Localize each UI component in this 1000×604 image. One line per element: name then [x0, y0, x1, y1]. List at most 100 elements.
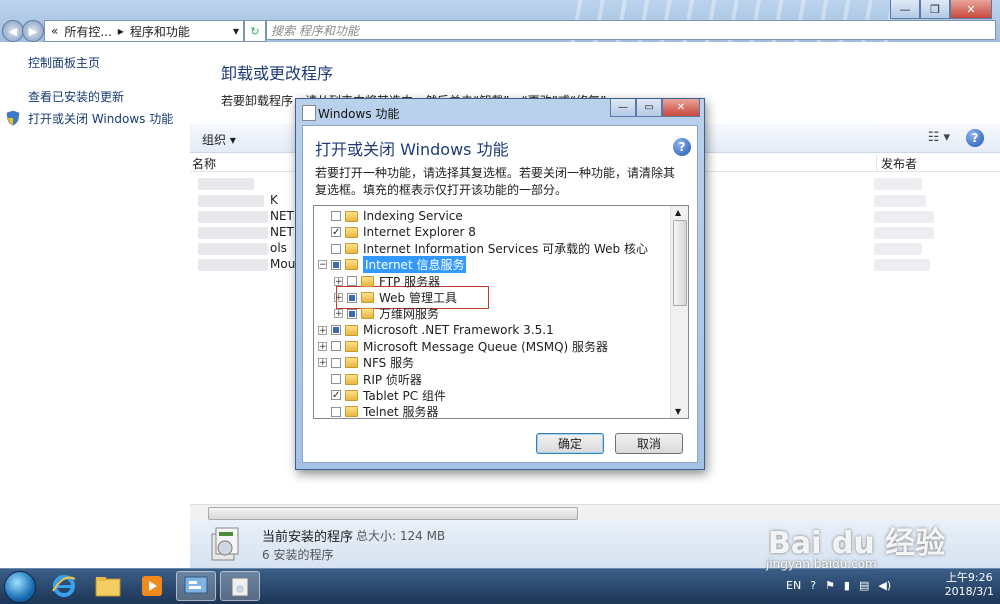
- feature-checkbox[interactable]: [331, 243, 341, 254]
- folder-icon: [345, 259, 358, 271]
- column-publisher[interactable]: 发布者: [876, 155, 917, 172]
- feature-checkbox[interactable]: [331, 406, 341, 417]
- address-bar[interactable]: « 所有控... ▸ 程序和功能 ▾: [44, 20, 244, 42]
- volume-icon[interactable]: ◀): [878, 579, 891, 592]
- windows-features-link[interactable]: 打开或关闭 Windows 功能: [28, 110, 173, 127]
- feature-checkbox[interactable]: ✓: [331, 390, 341, 401]
- taskbar-explorer-button[interactable]: [88, 571, 128, 601]
- close-button[interactable]: ✕: [950, 0, 992, 19]
- feature-item[interactable]: + Microsoft .NET Framework 3.5.1: [318, 322, 554, 338]
- feature-item[interactable]: Telnet 服务器: [318, 404, 439, 418]
- expand-icon[interactable]: +: [334, 309, 343, 319]
- dialog-close-button[interactable]: ✕: [662, 99, 700, 117]
- expand-icon[interactable]: +: [318, 358, 327, 368]
- program-row[interactable]: [198, 227, 268, 239]
- feature-label: NFS 服务: [363, 356, 415, 371]
- maximize-button[interactable]: ❐: [920, 0, 950, 19]
- collapse-icon[interactable]: −: [318, 260, 327, 270]
- dialog-help-icon[interactable]: ?: [673, 138, 691, 156]
- features-tree[interactable]: ▲ ▼ Indexing Service ✓ Internet Explorer 8…: [313, 205, 689, 419]
- ok-button[interactable]: 确定: [536, 433, 604, 454]
- feature-checkbox[interactable]: [331, 325, 341, 336]
- taskbar-features-button[interactable]: [220, 571, 260, 601]
- details-count: 6 安装的程序: [262, 548, 334, 562]
- expand-icon[interactable]: +: [334, 293, 343, 303]
- scroll-down-icon[interactable]: ▼: [675, 407, 681, 416]
- language-indicator[interactable]: EN: [786, 579, 801, 592]
- cancel-button[interactable]: 取消: [615, 433, 683, 454]
- view-updates-link[interactable]: 查看已安装的更新: [28, 88, 124, 105]
- expand-icon[interactable]: +: [318, 341, 327, 351]
- feature-item[interactable]: Internet Information Services 可承载的 Web 核…: [318, 241, 648, 257]
- feature-item[interactable]: + Web 管理工具: [334, 290, 457, 306]
- taskbar-ie-button[interactable]: [44, 571, 84, 601]
- feature-checkbox[interactable]: ✓: [331, 227, 341, 238]
- dialog-title: Windows 功能: [318, 107, 400, 121]
- feature-item[interactable]: Indexing Service: [318, 208, 463, 224]
- help-icon[interactable]: ?: [966, 129, 984, 147]
- expand-icon[interactable]: +: [318, 325, 327, 335]
- scroll-up-icon[interactable]: ▲: [675, 208, 681, 217]
- view-options-icon[interactable]: ☷ ▾: [928, 130, 950, 145]
- program-row[interactable]: [198, 211, 268, 223]
- feature-item[interactable]: RIP 侦听器: [318, 371, 422, 387]
- folder-icon: [345, 389, 358, 401]
- feature-item[interactable]: ✓ Internet Explorer 8: [318, 224, 476, 240]
- dialog-description: 若要打开一种功能，请选择其复选框。若要关闭一种功能，请清除其复选框。填充的框表示…: [315, 166, 676, 197]
- flag-icon[interactable]: ⚑: [825, 579, 835, 592]
- program-row[interactable]: [198, 178, 254, 190]
- feature-checkbox[interactable]: [331, 259, 341, 270]
- tree-vertical-scrollbar[interactable]: ▲ ▼: [670, 206, 688, 418]
- breadcrumb-current[interactable]: 程序和功能: [130, 23, 190, 40]
- address-dropdown-icon[interactable]: ▾: [233, 24, 239, 38]
- publisher-cell: [874, 227, 934, 239]
- program-row[interactable]: [198, 195, 264, 207]
- feature-checkbox[interactable]: [331, 357, 341, 368]
- control-panel-home-link[interactable]: 控制面板主页: [28, 54, 100, 71]
- help-tray-icon[interactable]: ?: [810, 579, 816, 592]
- folder-icon: [345, 406, 358, 418]
- program-row[interactable]: [198, 259, 268, 271]
- refresh-icon: ↻: [250, 24, 260, 38]
- minimize-button[interactable]: —: [890, 0, 920, 19]
- start-button[interactable]: [4, 571, 36, 603]
- feature-checkbox[interactable]: [331, 341, 341, 352]
- taskbar-control-panel-button[interactable]: [176, 571, 216, 601]
- feature-item[interactable]: + Microsoft Message Queue (MSMQ) 服务器: [318, 338, 608, 354]
- feature-label: FTP 服务器: [379, 274, 441, 289]
- control-panel-icon: [184, 576, 208, 594]
- feature-checkbox[interactable]: [347, 292, 357, 303]
- dialog-window-icon: [302, 105, 316, 121]
- feature-checkbox[interactable]: [347, 276, 357, 287]
- program-row[interactable]: [198, 243, 268, 255]
- scrollbar-thumb[interactable]: [208, 507, 578, 520]
- back-button[interactable]: ◀: [2, 20, 24, 42]
- feature-item[interactable]: + NFS 服务: [318, 355, 414, 371]
- forward-button[interactable]: ▶: [22, 20, 44, 42]
- feature-item[interactable]: ✓ Tablet PC 组件: [318, 387, 446, 403]
- clock[interactable]: 上午9:26 2018/3/1: [945, 571, 994, 599]
- clock-date: 2018/3/1: [944, 585, 994, 598]
- feature-checkbox[interactable]: [347, 308, 357, 319]
- breadcrumb-root[interactable]: 所有控...: [64, 23, 111, 40]
- feature-checkbox[interactable]: [331, 374, 341, 384]
- feature-item[interactable]: + FTP 服务器: [334, 273, 440, 289]
- expand-icon[interactable]: +: [334, 276, 343, 286]
- dialog-maximize-button[interactable]: ▭: [636, 99, 662, 117]
- dialog-minimize-button[interactable]: —: [610, 99, 636, 117]
- feature-item[interactable]: + 万维网服务: [334, 306, 439, 322]
- column-name[interactable]: 名称: [192, 155, 216, 172]
- feature-checkbox[interactable]: [331, 211, 341, 221]
- power-icon[interactable]: ▮: [844, 579, 850, 592]
- folder-icon: [361, 308, 374, 320]
- folder-icon: [361, 275, 374, 287]
- refresh-button[interactable]: ↻: [244, 20, 266, 42]
- feature-item[interactable]: − Internet 信息服务: [318, 256, 467, 274]
- dialog-body: 打开或关闭 Windows 功能 ? 若要打开一种功能，请选择其复选框。若要关闭…: [302, 125, 698, 463]
- organize-button[interactable]: 组织 ▾: [202, 131, 236, 148]
- search-input[interactable]: 搜索 程序和功能: [266, 20, 996, 40]
- network-icon[interactable]: ▤: [859, 579, 869, 592]
- taskbar-media-player-button[interactable]: [132, 571, 172, 601]
- program-name: Mou: [270, 257, 296, 271]
- tree-scrollbar-thumb[interactable]: [673, 220, 687, 306]
